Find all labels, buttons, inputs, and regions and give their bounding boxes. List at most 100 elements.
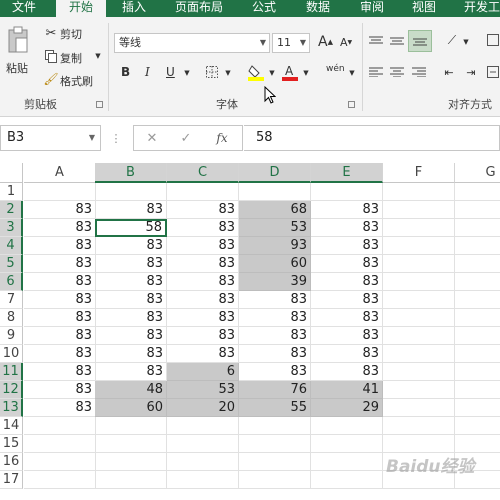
cell-D14[interactable]: [239, 417, 311, 435]
cell-G6[interactable]: [455, 273, 500, 291]
cell-A10[interactable]: 83: [24, 345, 96, 363]
cell-B12[interactable]: 48: [95, 381, 167, 399]
cell-A3[interactable]: 83: [24, 219, 96, 237]
grow-font-button[interactable]: A ▲: [318, 34, 333, 50]
font-size-combo[interactable]: 11 ▼: [272, 33, 310, 53]
cell-A9[interactable]: 83: [24, 327, 96, 345]
cell-F10[interactable]: [383, 345, 455, 363]
cell-G13[interactable]: [455, 399, 500, 417]
cell-E15[interactable]: [311, 435, 383, 453]
cell-F2[interactable]: [383, 201, 455, 219]
cell-E2[interactable]: 83: [311, 201, 383, 219]
cell-B17[interactable]: [95, 471, 167, 489]
row-header-2[interactable]: 2: [0, 201, 23, 219]
cell-A13[interactable]: 83: [24, 399, 96, 417]
cut-button[interactable]: 剪切: [60, 26, 82, 42]
cell-E5[interactable]: 83: [311, 255, 383, 273]
row-header-16[interactable]: 16: [0, 453, 23, 471]
cell-G7[interactable]: [455, 291, 500, 309]
cell-D4[interactable]: 93: [239, 237, 311, 255]
column-header-B[interactable]: B: [95, 163, 167, 183]
cell-C7[interactable]: 83: [167, 291, 239, 309]
worksheet-grid[interactable]: A B C D E F G 1 2 83 83 83 68 83 3 83 58 83 53 83 4 83 83 83 93 8…: [0, 163, 500, 500]
cell-D17[interactable]: [239, 471, 311, 489]
cell-G5[interactable]: [455, 255, 500, 273]
cell-G14[interactable]: [455, 417, 500, 435]
column-header-D[interactable]: D: [239, 163, 311, 183]
cell-D9[interactable]: 83: [239, 327, 311, 345]
cell-E11[interactable]: 83: [311, 363, 383, 381]
orientation-dropdown-icon[interactable]: ▼: [462, 37, 470, 47]
cell-G15[interactable]: [455, 435, 500, 453]
cell-F11[interactable]: [383, 363, 455, 381]
cell-C9[interactable]: 83: [167, 327, 239, 345]
cell-G12[interactable]: [455, 381, 500, 399]
cell-D3[interactable]: 53: [239, 219, 311, 237]
cell-E9[interactable]: 83: [311, 327, 383, 345]
tab-1[interactable]: 开始: [56, 0, 106, 18]
cell-B11[interactable]: 83: [95, 363, 167, 381]
paste-button[interactable]: 粘贴: [6, 60, 28, 76]
cell-F3[interactable]: [383, 219, 455, 237]
row-header-8[interactable]: 8: [0, 309, 23, 327]
copy-button[interactable]: 复制: [60, 50, 82, 66]
row-header-15[interactable]: 15: [0, 435, 23, 453]
cell-D8[interactable]: 83: [239, 309, 311, 327]
underline-button[interactable]: U: [166, 65, 175, 79]
shrink-font-button[interactable]: A ▼: [340, 36, 352, 49]
cell-B5[interactable]: 83: [95, 255, 167, 273]
cell-G2[interactable]: [455, 201, 500, 219]
tab-8[interactable]: 开发工: [458, 0, 500, 17]
cell-B1[interactable]: [95, 183, 167, 201]
tab-3[interactable]: 页面布局: [168, 0, 230, 17]
cell-A1[interactable]: [24, 183, 96, 201]
cell-C5[interactable]: 83: [167, 255, 239, 273]
cell-E7[interactable]: 83: [311, 291, 383, 309]
cell-G10[interactable]: [455, 345, 500, 363]
cell-B4[interactable]: 83: [95, 237, 167, 255]
cell-C2[interactable]: 83: [167, 201, 239, 219]
cell-E13[interactable]: 29: [311, 399, 383, 417]
cell-D6[interactable]: 39: [239, 273, 311, 291]
cell-E8[interactable]: 83: [311, 309, 383, 327]
enter-icon[interactable]: ✓: [178, 130, 194, 146]
cell-D11[interactable]: 83: [239, 363, 311, 381]
cell-B14[interactable]: [95, 417, 167, 435]
cell-E16[interactable]: [311, 453, 383, 471]
select-all-corner[interactable]: [0, 163, 23, 183]
cell-C4[interactable]: 83: [167, 237, 239, 255]
row-header-10[interactable]: 10: [0, 345, 23, 363]
cell-A7[interactable]: 83: [24, 291, 96, 309]
cell-B16[interactable]: [95, 453, 167, 471]
cell-F13[interactable]: [383, 399, 455, 417]
fill-color-icon[interactable]: [248, 63, 264, 81]
cell-A15[interactable]: [24, 435, 96, 453]
cell-B10[interactable]: 83: [95, 345, 167, 363]
pinyin-button[interactable]: wén: [326, 64, 345, 74]
cell-C10[interactable]: 83: [167, 345, 239, 363]
cell-D2[interactable]: 68: [239, 201, 311, 219]
row-header-1[interactable]: 1: [0, 183, 23, 201]
wrap-text-icon[interactable]: [486, 33, 500, 47]
border-dropdown-icon[interactable]: ▼: [224, 68, 232, 78]
cell-D1[interactable]: [239, 183, 311, 201]
font-name-combo[interactable]: 等线 ▼: [114, 33, 270, 53]
cell-B3[interactable]: 58: [95, 219, 167, 237]
cell-F1[interactable]: [383, 183, 455, 201]
row-header-4[interactable]: 4: [0, 237, 23, 255]
cell-A16[interactable]: [24, 453, 96, 471]
tab-2[interactable]: 插入: [114, 0, 154, 17]
cell-D7[interactable]: 83: [239, 291, 311, 309]
cell-B2[interactable]: 83: [95, 201, 167, 219]
align-right-icon[interactable]: [411, 65, 427, 79]
pinyin-dropdown-icon[interactable]: ▼: [348, 68, 356, 78]
cell-F4[interactable]: [383, 237, 455, 255]
cell-D15[interactable]: [239, 435, 311, 453]
row-header-5[interactable]: 5: [0, 255, 23, 273]
row-header-12[interactable]: 12: [0, 381, 23, 399]
align-bottom-icon[interactable]: [408, 30, 432, 52]
cell-F8[interactable]: [383, 309, 455, 327]
tab-7[interactable]: 视图: [404, 0, 444, 17]
cell-A2[interactable]: 83: [24, 201, 96, 219]
tab-5[interactable]: 数据: [298, 0, 338, 17]
